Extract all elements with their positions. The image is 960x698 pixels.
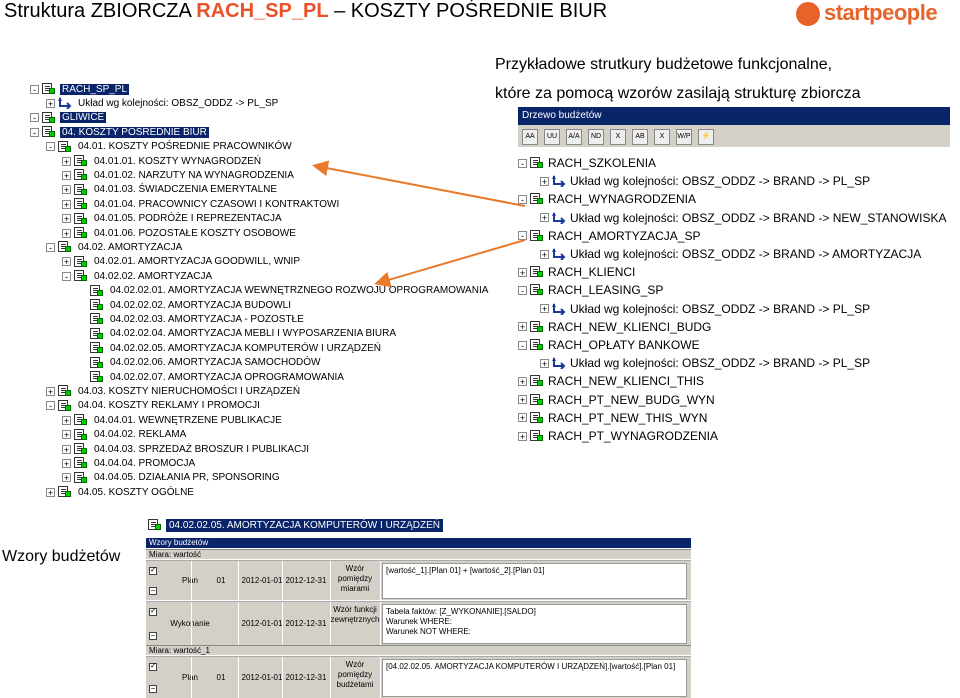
formulas-grid: Wzory budżetów Miara: wartość −Plan01201…	[146, 538, 691, 698]
selected-node-label[interactable]: 04.02.02.05. AMORTYZACJA KOMPUTERÓW I UR…	[166, 518, 443, 532]
row-formula-type: Wzór pomiędzy budżetami	[336, 660, 374, 689]
row-date-to: 2012-12-31	[285, 619, 327, 628]
row-checkbox[interactable]	[149, 661, 157, 671]
formula-row[interactable]: − Wykonanie 2012-01-012012-12-31Wzór funkc…	[146, 601, 691, 645]
formula-row[interactable]: −Plan012012-01-012012-12-31Wzór pomiędzy…	[146, 560, 691, 600]
row-name: Wykonanie	[170, 619, 210, 628]
row-date-from: 2012-01-01	[241, 619, 283, 628]
grid-title: Wzory budżetów	[146, 538, 691, 548]
column-separator	[191, 657, 192, 698]
column-separator	[238, 602, 239, 645]
row-date-to: 2012-12-31	[285, 576, 327, 585]
column-separator	[191, 561, 192, 600]
column-separator	[330, 602, 331, 645]
column-separator	[380, 602, 381, 645]
row-date-from: 2012-01-01	[241, 576, 283, 585]
row-date-to: 2012-12-31	[285, 673, 327, 682]
measure-header-1: Miara: wartość	[146, 549, 691, 559]
column-separator	[282, 561, 283, 600]
column-separator	[330, 657, 331, 698]
budget-formulas-label: Wzory budżetów	[2, 548, 121, 565]
column-separator	[191, 602, 192, 645]
row-formula-type: Wzór pomiędzy miarami	[337, 564, 373, 593]
column-separator	[282, 657, 283, 698]
row-date-from: 2012-01-01	[241, 673, 283, 682]
budget-node-icon	[148, 519, 162, 531]
arrow-to-personnel-costs	[312, 160, 526, 207]
row-collapse-icon[interactable]: −	[149, 587, 157, 595]
measure-header-2: Miara: wartość_1	[146, 645, 691, 655]
column-separator	[238, 657, 239, 698]
formula-row[interactable]: −Plan012012-01-012012-12-31Wzór pomiędzy…	[146, 656, 691, 698]
row-formula-type: Wzór funkcji zewnętrznych	[330, 605, 380, 624]
row-version: 01	[216, 576, 226, 585]
column-separator	[380, 561, 381, 600]
row-formula-text[interactable]: [wartość_1].[Plan 01] + [wartość_2].[Pla…	[382, 563, 687, 599]
row-collapse-icon[interactable]: −	[149, 632, 157, 640]
column-separator	[330, 561, 331, 600]
row-collapse-icon[interactable]: −	[149, 685, 157, 693]
row-checkbox[interactable]	[149, 606, 157, 616]
arrow-to-depreciation	[374, 239, 526, 288]
row-version: 01	[216, 673, 226, 682]
column-separator	[282, 602, 283, 645]
column-separator	[380, 657, 381, 698]
selected-node-header: 04.02.02.05. AMORTYZACJA KOMPUTERÓW I UR…	[148, 516, 443, 534]
row-formula-text[interactable]: Tabela faktów: [Z_WYKONANIE].[SALDO] War…	[382, 604, 687, 644]
row-formula-text[interactable]: [04.02.02.05. AMORTYZACJA KOMPUTERÓW I U…	[382, 659, 687, 697]
column-separator	[238, 561, 239, 600]
row-checkbox[interactable]	[149, 565, 157, 575]
